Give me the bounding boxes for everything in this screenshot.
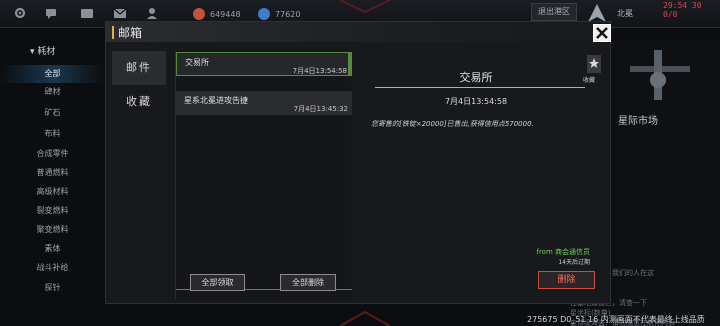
station-image (630, 50, 690, 100)
timer-readout: 29:54 30 0/0 (663, 1, 702, 19)
sidebar-item[interactable]: 合成零件 (0, 145, 105, 163)
delete-button[interactable]: 删除 (538, 271, 595, 289)
sidebar-item[interactable]: 素体 (0, 240, 105, 258)
profile-icon[interactable] (145, 6, 159, 20)
close-icon (596, 27, 608, 39)
mail-item[interactable]: 星系北冕进攻告捷 7月4日13:45:32 (176, 91, 352, 115)
dialog-title: 邮箱 (118, 26, 143, 40)
leave-port-button[interactable]: 退出港区 (531, 3, 577, 21)
energy-display: 77620 (258, 7, 300, 21)
favorite-label: 收藏 (583, 77, 596, 84)
claim-all-button[interactable]: 全部领取 (190, 274, 245, 291)
sidebar-item[interactable]: 战斗补给 (0, 259, 105, 277)
mail-item-selected[interactable]: 交易所 7月4日13:54:58 (176, 52, 352, 76)
mail-icon[interactable] (113, 6, 127, 20)
sidebar-item[interactable]: 裂变燃料 (0, 202, 105, 220)
dialog-title-bar: 邮箱 (106, 22, 610, 42)
sidebar-item[interactable]: 聚变燃料 (0, 221, 105, 239)
category-sidebar: ▾ 耗材 全部 肆材 矿石 布料 合成零件 普通燃料 高级材料 裂变燃料 聚变燃… (0, 34, 105, 326)
sidebar-heading: ▾ 耗材 (30, 47, 56, 57)
detail-subject: 交易所 (459, 71, 493, 84)
gear-icon[interactable] (13, 6, 27, 20)
energy-value: 77620 (275, 9, 301, 19)
favorite-bookmark-icon[interactable] (587, 55, 601, 73)
build-watermark: 275675 D0_51 16 内测画面不代表最终上线品质 (527, 315, 705, 324)
detail-date: 7月4日13:54:58 (444, 97, 508, 106)
delete-all-button[interactable]: 全部删除 (280, 274, 336, 291)
sidebar-item[interactable]: 高级材料 (0, 183, 105, 201)
title-accent (112, 26, 114, 39)
mailbox-dialog: 邮箱 邮件 收藏 交易所 7月4日13:54:58 星系北冕进攻告捷 7月4日1… (105, 21, 611, 304)
mail-subject: 星系北冕进攻告捷 (184, 96, 248, 105)
sidebar-item[interactable]: 矿石 (0, 104, 105, 122)
tab-favorites[interactable]: 收藏 (112, 85, 166, 119)
sidebar-item[interactable]: 探针 (0, 279, 105, 297)
mail-tabs: 邮件 收藏 (112, 51, 166, 297)
credit-coin-icon (193, 8, 205, 20)
sidebar-item[interactable]: 肆材 (0, 83, 105, 101)
detail-divider (375, 87, 585, 88)
menu-icon[interactable] (80, 6, 94, 20)
sidebar-item[interactable]: 布料 (0, 125, 105, 143)
tab-mail[interactable]: 邮件 (112, 51, 166, 85)
sidebar-item[interactable]: 普通燃料 (0, 164, 105, 182)
location-name: 北冕 (617, 9, 633, 18)
mail-list: 交易所 7月4日13:54:58 星系北冕进攻告捷 7月4日13:45:32 (175, 51, 352, 300)
mail-subject: 交易所 (185, 58, 209, 67)
credits-value: 649448 (210, 9, 241, 19)
credits-display: 649448 (193, 7, 241, 21)
mail-date: 7月4日13:54:58 (292, 67, 347, 75)
sender-label: from 商会通信员 (536, 248, 590, 256)
sidebar-item-all[interactable]: 全部 (0, 65, 105, 83)
close-button[interactable] (593, 24, 611, 42)
detail-body: 您寄售的[铁锭×20000]已售出,获得信用点570000. (371, 120, 534, 128)
market-label[interactable]: 星际市场 (618, 112, 658, 127)
mail-date: 7月4日13:45:32 (293, 105, 348, 113)
energy-coin-icon (258, 8, 270, 20)
mail-detail: 交易所 收藏 7月4日13:54:58 您寄售的[铁锭×20000]已售出,获得… (356, 51, 604, 300)
chat-icon[interactable] (45, 6, 59, 20)
expire-label: 14天后过期 (558, 259, 590, 266)
